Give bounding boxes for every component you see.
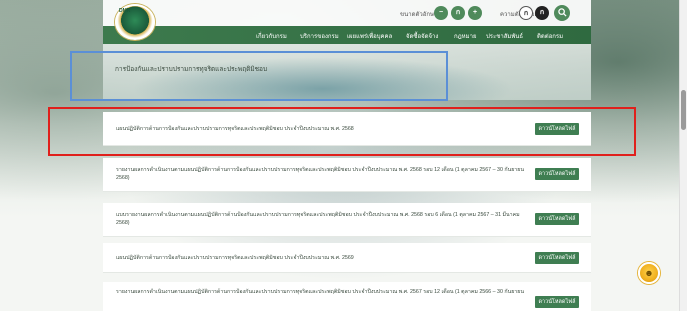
font-normal-button[interactable]: ก	[451, 6, 465, 20]
document-row: แผนปฏิบัติการด้านการป้องกันและปราบปรามกา…	[103, 243, 591, 273]
nav-item-services[interactable]: บริการของกรม	[300, 31, 339, 41]
download-button[interactable]: ดาวน์โหลดไฟล์	[535, 168, 579, 180]
document-title[interactable]: รายงานผลการดำเนินงานตามแผนปฏิบัติการด้าน…	[116, 166, 526, 182]
mascot-badge-icon[interactable]: ☻	[638, 262, 660, 284]
document-row: รายงานผลการดำเนินงานตามแผนปฏิบัติการด้าน…	[103, 158, 591, 192]
document-row: แบบรายงานผลการดำเนินงานตามแผนปฏิบัติการด…	[103, 203, 591, 237]
highlight-box-blue	[70, 51, 448, 101]
nav-item-procurement[interactable]: จัดซื้อจัดจ้าง	[406, 31, 438, 41]
contrast-high-button[interactable]: ก	[535, 6, 549, 20]
download-button[interactable]: ดาวน์โหลดไฟล์	[535, 213, 579, 225]
nav-item-about[interactable]: เกี่ยวกับกรม	[256, 31, 287, 41]
search-icon	[557, 8, 567, 17]
highlight-box-red	[48, 107, 636, 156]
document-row: รายงานผลการดำเนินงานตามแผนปฏิบัติการด้าน…	[103, 282, 591, 311]
search-button[interactable]	[554, 5, 570, 21]
font-size-label: ขนาดตัวอักษร	[400, 12, 438, 18]
font-increase-button[interactable]: +	[468, 6, 482, 20]
main-navigation: เกี่ยวกับกรม บริการของกรม เผยแพร่เพื่อบุ…	[103, 26, 591, 44]
download-button[interactable]: ดาวน์โหลดไฟล์	[535, 252, 579, 264]
nav-item-publications[interactable]: เผยแพร่เพื่อบุคคล	[347, 31, 392, 41]
top-toolbar: ขนาดตัวอักษร − ก + ความตัดกันของสี ก ก	[103, 0, 591, 26]
download-button[interactable]: ดาวน์โหลดไฟล์	[535, 296, 579, 308]
logo-text: DMR	[119, 8, 131, 14]
document-title[interactable]: แผนปฏิบัติการด้านการป้องกันและปราบปรามกา…	[116, 254, 354, 262]
page-scrollbar[interactable]	[679, 0, 687, 311]
font-decrease-button[interactable]: −	[434, 6, 448, 20]
document-title[interactable]: รายงานผลการดำเนินงานตามแผนปฏิบัติการด้าน…	[116, 288, 526, 296]
scrollbar-thumb[interactable]	[681, 90, 686, 130]
nav-item-law[interactable]: กฎหมาย	[454, 31, 476, 41]
document-title[interactable]: แบบรายงานผลการดำเนินงานตามแผนปฏิบัติการด…	[116, 211, 526, 227]
site-logo[interactable]: DMR	[115, 4, 155, 40]
nav-item-pr[interactable]: ประชาสัมพันธ์	[486, 31, 523, 41]
nav-item-contact[interactable]: ติดต่อกรม	[537, 31, 563, 41]
contrast-normal-button[interactable]: ก	[519, 6, 533, 20]
